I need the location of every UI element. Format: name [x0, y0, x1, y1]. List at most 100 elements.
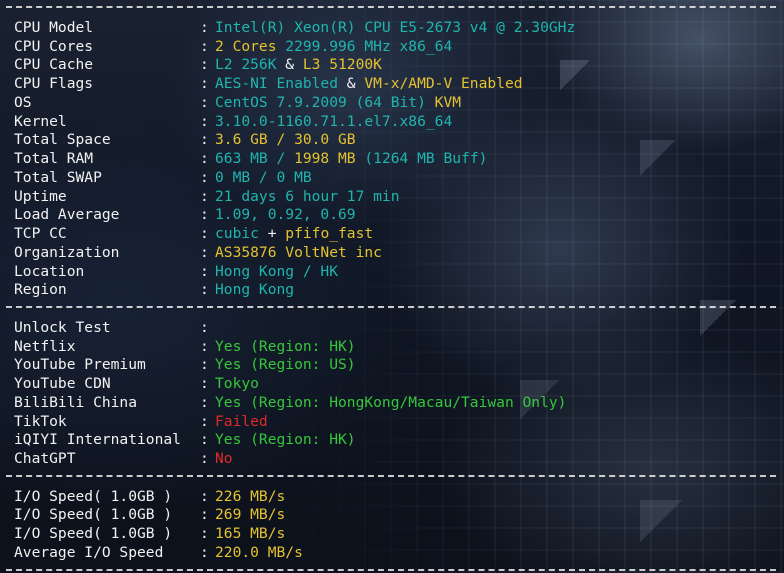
colon-separator: :: [200, 206, 209, 224]
chatgpt-label: ChatGPT: [14, 450, 76, 467]
cpu-flags-value: AES-NI Enabled & VM-x/AMD-V Enabled: [215, 75, 523, 94]
info-row-unlock-test: Unlock Test:: [0, 319, 784, 338]
cpu-cores-value: 2 Cores 2299.996 MHz x86_64: [215, 38, 452, 57]
total-ram-value: 663 MB / 1998 MB (1264 MB Buff): [215, 150, 487, 169]
tcp-cc-label: TCP CC: [14, 225, 67, 242]
load-average-label: Load Average: [14, 206, 120, 224]
info-row-youtube-cdn: YouTube CDN: Tokyo: [0, 375, 784, 394]
bilibili-china-value: Yes (Region: HongKong/Macau/Taiwan Only): [215, 394, 566, 413]
info-row-region: Region: Hong Kong: [0, 281, 784, 300]
total-ram-value-part: 663 MB /: [215, 150, 295, 167]
cpu-cache-value: L2 256K & L3 51200K: [215, 56, 382, 75]
netflix-value: Yes (Region: HK): [215, 338, 356, 357]
netflix-label: Netflix: [14, 337, 76, 355]
youtube-cdn-label: YouTube CDN: [14, 375, 111, 392]
info-row-cpu-model: CPU Model: Intel(R) Xeon(R) CPU E5-2673 v…: [0, 19, 784, 38]
info-row-io-speed-3: I/O Speed( 1.0GB ):165 MB/s: [0, 525, 784, 544]
io-speed-2-label: I/O Speed( 1.0GB ): [14, 506, 173, 524]
io-speed-3-value-part: 165 MB/s: [215, 525, 286, 542]
cpu-flags-label: CPU Flags: [14, 75, 94, 92]
colon-separator: :: [200, 318, 209, 336]
cpu-flags-value-part: VM-x/AMD-V Enabled: [364, 75, 523, 92]
youtube-cdn-value: Tokyo: [215, 375, 259, 394]
colon-separator: :: [200, 112, 209, 130]
info-row-os: OS: CentOS 7.9.2009 (64 Bit) KVM: [0, 94, 784, 113]
info-row-youtube-premium: YouTube Premium: Yes (Region: US): [0, 356, 784, 375]
cpu-cores-label: CPU Cores: [14, 37, 94, 55]
youtube-premium-value: Yes (Region: US): [215, 356, 356, 375]
info-row-io-speed-1: I/O Speed( 1.0GB ):226 MB/s: [0, 488, 784, 507]
location-value-part: Hong Kong / HK: [215, 262, 339, 280]
colon-separator: :: [200, 56, 209, 74]
kernel-value: 3.10.0-1160.71.1.el7.x86_64: [215, 113, 452, 132]
colon-separator: :: [200, 393, 209, 411]
io-speed-1-value: 226 MB/s: [215, 488, 285, 507]
separator-line: [6, 469, 776, 488]
iqiyi-international-value: Yes (Region: HK): [215, 431, 356, 450]
tcp-cc-value-part: +: [258, 225, 286, 242]
load-average-value: 1.09, 0.92, 0.69: [215, 206, 356, 225]
organization-value-part: AS35876 VoltNet inc: [215, 243, 382, 261]
system-info-section: CPU Model: Intel(R) Xeon(R) CPU E5-2673 v…: [0, 19, 784, 300]
tcp-cc-value: cubic + pfifo_fast: [215, 225, 373, 244]
colon-separator: :: [200, 262, 209, 280]
colon-separator: :: [200, 281, 209, 299]
separator-line: [6, 0, 776, 19]
info-row-tiktok: TikTok: Failed: [0, 413, 784, 432]
info-row-io-speed-average: Average I/O Speed:220.0 MB/s: [0, 544, 784, 563]
info-row-bilibili-china: BiliBili China: Yes (Region: HongKong/Mac…: [0, 394, 784, 413]
bilibili-china-label: BiliBili China: [14, 393, 138, 411]
os-value: CentOS 7.9.2009 (64 Bit) KVM: [215, 94, 461, 113]
colon-separator: :: [200, 356, 209, 374]
tcp-cc-value-part: pfifo_fast: [285, 225, 374, 242]
info-row-netflix: Netflix: Yes (Region: HK): [0, 338, 784, 357]
os-label: OS: [14, 93, 32, 111]
tiktok-value-part: Failed: [215, 412, 268, 430]
tcp-cc-value-part: cubic: [215, 225, 259, 242]
info-row-total-swap: Total SWAP:0 MB / 0 MB: [0, 169, 784, 188]
total-space-value: 3.6 GB / 30.0 GB: [215, 131, 356, 150]
cpu-cores-value-part: 2299.996 MHz x86_64: [276, 37, 453, 55]
info-row-tcp-cc: TCP CC: cubic + pfifo_fast: [0, 225, 784, 244]
terminal-output: CPU Model: Intel(R) Xeon(R) CPU E5-2673 v…: [0, 0, 784, 573]
separator-line: [6, 563, 776, 573]
colon-separator: :: [200, 337, 209, 355]
youtube-cdn-value-part: Tokyo: [215, 375, 259, 392]
info-row-cpu-flags: CPU Flags: AES-NI Enabled & VM-x/AMD-V En…: [0, 75, 784, 94]
cpu-cores-value-part: 2 Cores: [215, 37, 277, 55]
cpu-cache-value-part: L2 256K: [215, 56, 277, 74]
colon-separator: :: [200, 37, 209, 55]
chatgpt-value-part: No: [215, 450, 233, 467]
colon-separator: :: [200, 543, 209, 561]
io-speed-2-value: 269 MB/s: [215, 506, 285, 525]
info-row-iqiyi-international: iQIYI International: Yes (Region: HK): [0, 431, 784, 450]
tiktok-value: Failed: [215, 413, 268, 432]
io-speed-2-value-part: 269 MB/s: [215, 506, 286, 524]
colon-separator: :: [200, 150, 209, 167]
youtube-premium-label: YouTube Premium: [14, 356, 146, 374]
colon-separator: :: [200, 506, 209, 524]
total-swap-label: Total SWAP: [14, 168, 102, 186]
total-swap-value-part: 0 MB / 0 MB: [215, 168, 312, 186]
region-label: Region: [14, 281, 67, 299]
unlock-test-section: Unlock Test: Netflix: Yes (Region: HK) YouT…: [0, 319, 784, 469]
info-row-chatgpt: ChatGPT: No: [0, 450, 784, 469]
io-speed-section: I/O Speed( 1.0GB ):226 MB/s I/O Speed( 1.…: [0, 488, 784, 563]
total-space-label: Total Space: [14, 131, 111, 149]
colon-separator: :: [200, 187, 209, 205]
info-row-uptime: Uptime:21 days 6 hour 17 min: [0, 188, 784, 207]
tiktok-label: TikTok: [14, 412, 67, 430]
total-ram-value-part: 1998 MB: [294, 150, 356, 167]
kernel-label: Kernel: [14, 112, 67, 130]
uptime-label: Uptime: [14, 187, 67, 205]
iqiyi-international-label: iQIYI International: [14, 431, 181, 449]
colon-separator: :: [200, 487, 209, 505]
cpu-flags-value-part: AES-NI Enabled: [215, 75, 339, 92]
terminal-window: CPU Model: Intel(R) Xeon(R) CPU E5-2673 v…: [0, 0, 784, 573]
region-value: Hong Kong: [215, 281, 294, 300]
io-speed-average-value: 220.0 MB/s: [215, 544, 303, 563]
location-value: Hong Kong / HK: [215, 263, 338, 282]
colon-separator: :: [200, 375, 209, 392]
io-speed-average-value-part: 220.0 MB/s: [215, 543, 303, 561]
unlock-test-label: Unlock Test: [14, 318, 111, 336]
